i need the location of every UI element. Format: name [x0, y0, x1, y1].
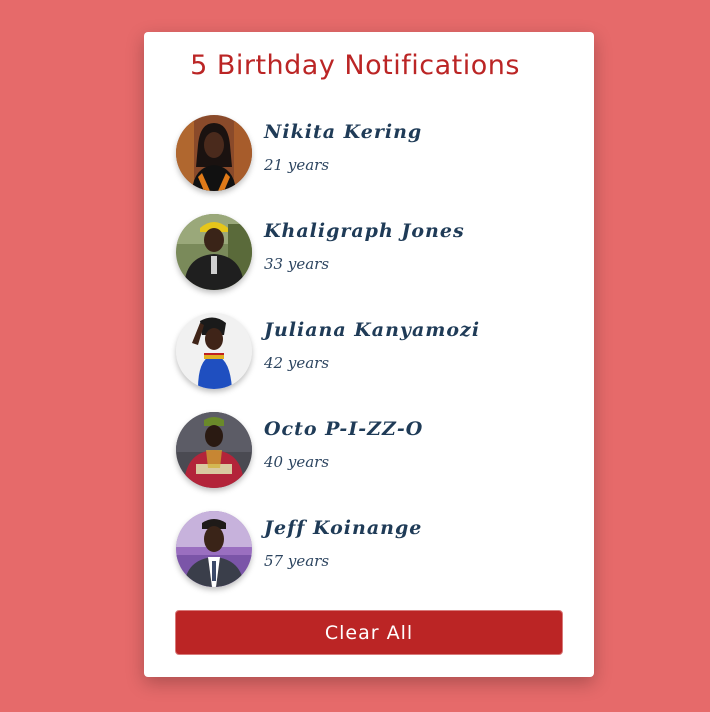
person-age: 21 years — [264, 156, 330, 174]
person-age: 42 years — [264, 354, 330, 372]
list-item: Octo P-I-ZZ-O 40 years — [176, 411, 576, 488]
portrait-image — [176, 412, 252, 488]
avatar — [176, 313, 252, 389]
portrait-image — [176, 313, 252, 389]
list-item: Juliana Kanyamozi 42 years — [176, 312, 576, 389]
person-name: Nikita Kering — [264, 121, 423, 143]
person-age: 57 years — [264, 552, 330, 570]
person-name: Khaligraph Jones — [264, 220, 465, 242]
person-name: Juliana Kanyamozi — [264, 319, 481, 341]
page-title: 5 Birthday Notifications — [190, 50, 520, 81]
list-item: Khaligraph Jones 33 years — [176, 213, 576, 290]
person-age: 40 years — [264, 453, 330, 471]
person-name: Octo P-I-ZZ-O — [264, 418, 424, 440]
avatar — [176, 214, 252, 290]
avatar — [176, 412, 252, 488]
portrait-image — [176, 511, 252, 587]
portrait-image — [176, 214, 252, 290]
avatar — [176, 115, 252, 191]
list-item: Jeff Koinange 57 years — [176, 510, 576, 587]
avatar — [176, 511, 252, 587]
list-item: Nikita Kering 21 years — [176, 114, 576, 191]
person-name: Jeff Koinange — [264, 517, 423, 539]
portrait-image — [176, 115, 252, 191]
clear-all-button[interactable]: Clear All — [175, 610, 563, 655]
birthday-list: Nikita Kering 21 years Khaligraph Jones … — [176, 114, 576, 609]
person-age: 33 years — [264, 255, 330, 273]
